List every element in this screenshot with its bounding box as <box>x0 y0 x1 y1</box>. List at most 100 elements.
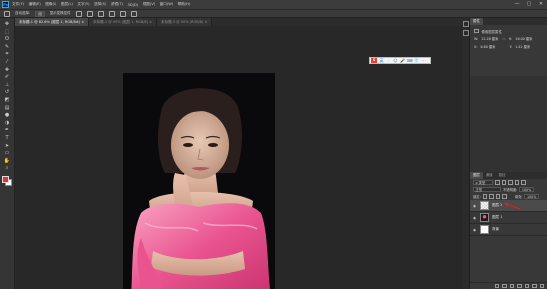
menu-window[interactable]: 窗口(W) <box>160 2 174 7</box>
eye-icon[interactable]: ◉ <box>473 204 477 208</box>
menu-layer[interactable]: 图层(L) <box>61 2 73 7</box>
type-tool-icon[interactable]: T <box>3 135 11 141</box>
minimize-icon[interactable]: — <box>514 1 520 7</box>
x-field[interactable]: 6.80 厘米 <box>480 45 498 50</box>
filter-pixel-icon[interactable] <box>495 180 500 185</box>
menu-select[interactable]: 选择(S) <box>94 2 106 7</box>
menu-filter[interactable]: 滤镜(T) <box>111 2 123 7</box>
hand-tool-icon[interactable]: ✋ <box>3 158 11 164</box>
properties-size-row: W: 12.28 厘米 ⊶ H: 16.00 厘米 <box>470 35 547 43</box>
auto-select-checkbox[interactable]: 自动选择: <box>15 11 30 16</box>
menu-file[interactable]: 文件(F) <box>12 2 24 7</box>
move-tool-icon[interactable]: ✥ <box>3 21 11 27</box>
quick-select-tool-icon[interactable]: ✎ <box>3 44 11 50</box>
tab-document-3[interactable]: 未标题-3 @ 50% (RGB/8) × <box>157 18 213 26</box>
ime-logo-icon[interactable]: S <box>371 58 377 63</box>
delete-layer-icon[interactable] <box>539 283 544 289</box>
align-top-icon[interactable] <box>75 10 82 17</box>
rectangle-tool-icon[interactable]: ▭ <box>3 150 11 156</box>
menu-type[interactable]: 文字(Y) <box>77 2 89 7</box>
history-panel-icon[interactable] <box>463 21 469 27</box>
maximize-icon[interactable]: ▢ <box>526 1 532 7</box>
width-field[interactable]: 12.28 厘米 <box>481 37 499 42</box>
ime-punctuation-icon[interactable]: · <box>386 58 391 63</box>
clone-stamp-tool-icon[interactable]: ⊥ <box>3 82 11 88</box>
auto-select-mode-dropdown[interactable]: 组 <box>35 10 45 17</box>
eye-icon[interactable]: ◉ <box>473 228 477 232</box>
show-transform-controls-checkbox[interactable]: 显示变换控件 <box>50 11 71 16</box>
tab-properties[interactable]: 属性 <box>470 18 483 25</box>
opacity-field[interactable]: 100% <box>519 187 534 192</box>
new-layer-icon[interactable] <box>532 283 537 289</box>
path-select-tool-icon[interactable]: ➤ <box>3 143 11 149</box>
marquee-tool-icon[interactable]: ⬚ <box>3 29 11 35</box>
filter-type-icon[interactable] <box>508 180 513 185</box>
ime-more-icon[interactable]: ⋯ <box>421 58 426 63</box>
align-center-icon[interactable] <box>119 10 126 17</box>
layer-name[interactable]: 图层 2 <box>492 203 502 208</box>
brush-tool-icon[interactable]: ✐ <box>3 74 11 80</box>
tab-document-2[interactable]: 未标题-2 @ 50% (图层 1, RGB/8) × <box>89 18 158 26</box>
blur-tool-icon[interactable]: ● <box>3 112 11 118</box>
move-tool-preset-icon[interactable] <box>4 10 10 17</box>
ime-emoji-icon[interactable]: ☺ <box>393 58 398 63</box>
lock-pixels-icon[interactable] <box>489 194 494 199</box>
lock-transparent-icon[interactable] <box>482 194 488 199</box>
close-icon[interactable]: ✕ <box>538 1 544 7</box>
fill-field[interactable]: 100% <box>524 194 539 199</box>
align-right-icon[interactable] <box>130 10 137 17</box>
crop-tool-icon[interactable]: ⌗ <box>3 51 11 57</box>
document-canvas[interactable] <box>123 73 275 289</box>
link-icon[interactable]: ⊶ <box>502 37 505 41</box>
lock-label: 锁定: <box>473 195 481 199</box>
menu-image[interactable]: 图像(I) <box>45 2 56 7</box>
ime-voice-icon[interactable]: 🎤 <box>400 58 405 63</box>
eraser-tool-icon[interactable]: ◩ <box>3 97 11 103</box>
ime-keyboard-icon[interactable]: ⌨ <box>407 58 413 63</box>
filter-shape-icon[interactable] <box>514 180 519 185</box>
layer-row-layer-2[interactable]: ◉ 图层 2 <box>470 200 547 212</box>
filter-adjustment-icon[interactable] <box>501 180 506 185</box>
tab-document-1[interactable]: 未标题-1 @ 82.6% (图层 1, RGB/8#) × <box>15 18 90 26</box>
canvas-area[interactable]: S 英 · ☺ 🎤 ⌨ 👕 ⋯ <box>15 26 462 289</box>
swatches-panel-icon[interactable] <box>463 30 469 36</box>
layer-row-layer-1[interactable]: ◉ 图层 1 <box>470 212 547 224</box>
link-layers-icon[interactable] <box>494 283 499 289</box>
layer-style-icon[interactable] <box>502 283 507 289</box>
align-middle-icon[interactable] <box>86 10 93 17</box>
menu-edit[interactable]: 编辑(E) <box>29 2 41 7</box>
tab-paths[interactable]: 路径 <box>496 172 509 179</box>
filter-smart-object-icon[interactable] <box>521 180 526 185</box>
photoshop-window: Ps 文件(F) 编辑(E) 图像(I) 图层(L) 文字(Y) 选择(S) 滤… <box>0 0 547 289</box>
gradient-tool-icon[interactable]: ▤ <box>3 105 11 111</box>
add-mask-icon[interactable] <box>509 283 514 289</box>
new-group-icon[interactable] <box>524 283 529 289</box>
tab-channels[interactable]: 通道 <box>483 172 496 179</box>
layer-kind-filter[interactable]: ρ 类型 <box>473 180 493 185</box>
eyedropper-tool-icon[interactable]: ⁄ <box>3 59 11 65</box>
ime-english-icon[interactable]: 英 <box>379 58 384 63</box>
align-bottom-icon[interactable] <box>97 10 104 17</box>
align-left-icon[interactable] <box>108 10 115 17</box>
adjustment-layer-icon[interactable] <box>517 283 522 289</box>
history-brush-tool-icon[interactable]: ↺ <box>3 89 11 95</box>
foreground-color-swatch[interactable] <box>2 175 9 183</box>
eye-icon[interactable]: ◉ <box>473 216 477 220</box>
blend-mode-dropdown[interactable]: 正常 <box>473 187 501 192</box>
layer-name[interactable]: 背景 <box>492 227 499 232</box>
zoom-tool-icon[interactable]: ⌕ <box>3 165 11 171</box>
menu-help[interactable]: 帮助(H) <box>178 2 191 7</box>
layer-row-background[interactable]: ◉ 背景 <box>470 224 547 236</box>
menu-view[interactable]: 视图(V) <box>143 2 155 7</box>
layer-name[interactable]: 图层 1 <box>492 215 502 220</box>
menu-3d[interactable]: 3D(D) <box>128 3 139 7</box>
height-field[interactable]: 16.00 厘米 <box>515 37 533 42</box>
healing-brush-tool-icon[interactable]: ✚ <box>3 67 11 73</box>
dodge-tool-icon[interactable]: ◑ <box>3 120 11 126</box>
pen-tool-icon[interactable]: ✒ <box>3 127 11 133</box>
lock-position-icon[interactable] <box>495 194 501 199</box>
y-field[interactable]: 1.42 厘米 <box>515 45 533 50</box>
tab-layers[interactable]: 图层 <box>470 172 483 179</box>
lasso-tool-icon[interactable]: ʘ <box>3 36 11 42</box>
ime-skin-icon[interactable]: 👕 <box>414 58 419 63</box>
